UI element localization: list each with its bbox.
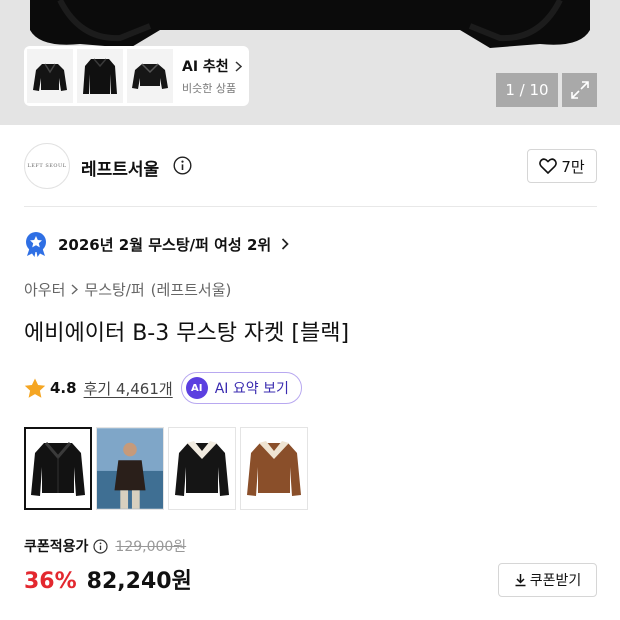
review-count-link[interactable]: 후기 4,461개 [84, 378, 173, 399]
chevron-right-icon [71, 284, 79, 295]
get-coupon-label: 쿠폰받기 [529, 573, 582, 589]
ranking-badge-icon [26, 232, 46, 257]
color-options [24, 427, 308, 510]
color-option-brown[interactable] [240, 427, 308, 510]
ai-recommend-subtitle: 비슷한 상품 [182, 82, 237, 95]
strip-thumb-2[interactable] [77, 49, 123, 103]
color-option-model-photo[interactable] [96, 427, 164, 510]
heart-icon [539, 158, 558, 174]
like-button[interactable]: 7만 [527, 149, 597, 183]
info-icon[interactable] [173, 156, 192, 175]
chevron-right-icon [235, 60, 242, 72]
similar-products-strip[interactable]: AI 추천 비슷한 상품 [24, 46, 249, 106]
ranking-link[interactable]: 2026년 2월 무스탕/퍼 여성 2위 [24, 230, 289, 258]
color-option-black[interactable] [24, 427, 92, 510]
ai-recommend-link[interactable]: AI 추천 비슷한 상품 [182, 56, 242, 96]
jacket-thumbnail-icon [33, 63, 67, 91]
store-name[interactable]: 레프트서울 [81, 155, 159, 180]
breadcrumb-subcategory[interactable]: 무스탕/퍼 [84, 279, 144, 300]
star-icon [24, 378, 46, 398]
breadcrumb: 아우터 무스탕/퍼 (레프트서울) [24, 279, 231, 300]
product-title: 에비에이터 B-3 무스탕 자켓 [블랙] [24, 321, 350, 346]
expand-image-button[interactable] [562, 73, 597, 107]
original-price: 129,000원 [115, 539, 187, 555]
black-jacket-thumbnail [31, 441, 85, 496]
breadcrumb-category[interactable]: 아우터 [24, 279, 65, 300]
coupon-price-label: 쿠폰적용가 [24, 539, 89, 555]
jacket-thumbnail-icon [132, 63, 168, 89]
ranking-text: 2026년 2월 무스탕/퍼 여성 2위 [58, 235, 272, 254]
store-logo[interactable]: LEFT SEOUL [24, 143, 70, 189]
download-icon [515, 574, 526, 587]
coupon-price-row: 쿠폰적용가 129,000원 [24, 536, 186, 556]
expand-icon [570, 81, 589, 99]
chevron-right-icon [282, 238, 289, 250]
store-row: LEFT SEOUL 레프트서울 7만 [24, 143, 597, 189]
brown-jacket-thumbnail [247, 440, 301, 496]
black-ivory-jacket-thumbnail [175, 440, 229, 496]
info-icon[interactable] [93, 538, 109, 554]
ai-summary-label: AI 요약 보기 [214, 381, 289, 397]
get-coupon-button[interactable]: 쿠폰받기 [498, 563, 597, 597]
jacket-thumbnail-icon [83, 58, 117, 94]
model-photo-thumbnail [97, 428, 163, 509]
strip-thumb-3[interactable] [127, 49, 173, 103]
image-counter: 1 / 10 [496, 73, 558, 107]
like-count: 7만 [561, 157, 585, 176]
divider [24, 206, 597, 207]
sale-price-row: 36% 82,240원 [24, 563, 192, 595]
product-image-gallery[interactable]: AI 추천 비슷한 상품 1 / 10 [0, 0, 620, 125]
ai-summary-button[interactable]: AI AI 요약 보기 [180, 372, 302, 404]
discount-rate: 36% [24, 569, 77, 594]
ai-recommend-label: AI 추천 [182, 59, 229, 75]
strip-thumb-1[interactable] [27, 49, 73, 103]
rating-row: 4.8 후기 4,461개 AI AI 요약 보기 [24, 372, 302, 404]
sale-price: 82,240원 [86, 569, 192, 594]
ai-badge-icon: AI [185, 377, 208, 399]
ai-recommend-title: AI 추천 [182, 56, 242, 76]
rating-score: 4.8 [50, 379, 77, 397]
breadcrumb-brand[interactable]: (레프트서울) [151, 279, 232, 300]
color-option-black-ivory[interactable] [168, 427, 236, 510]
